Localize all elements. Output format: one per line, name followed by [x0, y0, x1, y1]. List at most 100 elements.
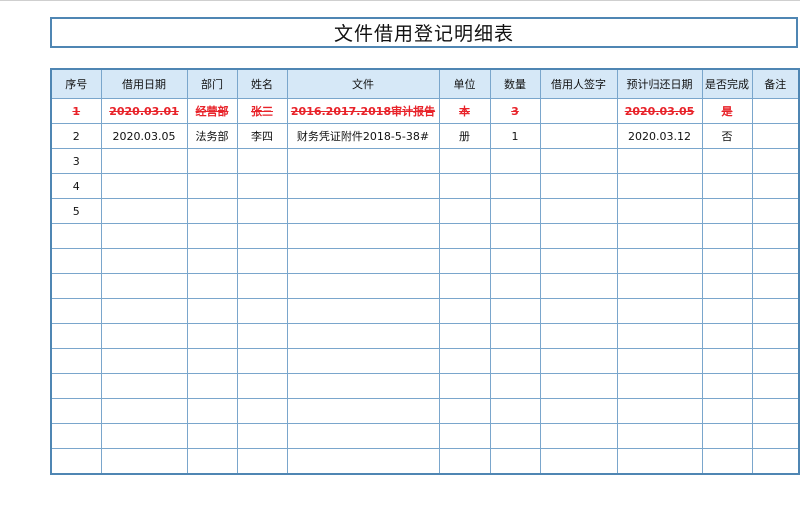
cell-quantity[interactable] — [489, 423, 541, 449]
header-name[interactable]: 姓名 — [236, 68, 288, 99]
cell-no[interactable] — [50, 323, 102, 349]
cell-quantity[interactable] — [489, 223, 541, 249]
cell-name[interactable] — [236, 273, 288, 299]
cell-unit[interactable] — [438, 223, 491, 249]
header-borrower-signature[interactable]: 借用人签字 — [539, 68, 618, 99]
cell-borrow-date[interactable] — [100, 373, 188, 399]
cell-no[interactable] — [50, 398, 102, 424]
cell-quantity[interactable] — [489, 398, 541, 424]
cell-borrower-signature[interactable] — [539, 123, 618, 149]
cell-remark[interactable] — [751, 423, 800, 449]
cell-completed[interactable] — [701, 398, 753, 424]
cell-no[interactable]: 2 — [50, 123, 102, 149]
cell-file[interactable] — [286, 298, 440, 324]
cell-department[interactable] — [186, 223, 238, 249]
cell-borrow-date[interactable]: 2020.03.01 — [100, 98, 188, 124]
cell-no[interactable] — [50, 423, 102, 449]
cell-borrow-date[interactable]: 2020.03.05 — [100, 123, 188, 149]
cell-department[interactable] — [186, 373, 238, 399]
cell-borrower-signature[interactable] — [539, 173, 618, 199]
cell-completed[interactable] — [701, 298, 753, 324]
cell-borrow-date[interactable] — [100, 223, 188, 249]
cell-name[interactable] — [236, 398, 288, 424]
cell-department[interactable] — [186, 148, 238, 174]
cell-borrower-signature[interactable] — [539, 423, 618, 449]
header-no[interactable]: 序号 — [50, 68, 102, 99]
cell-completed[interactable] — [701, 173, 753, 199]
cell-department[interactable] — [186, 273, 238, 299]
cell-unit[interactable]: 本 — [438, 98, 491, 124]
cell-department[interactable] — [186, 198, 238, 224]
cell-completed[interactable]: 否 — [701, 123, 753, 149]
cell-file[interactable] — [286, 148, 440, 174]
header-completed[interactable]: 是否完成 — [701, 68, 753, 99]
cell-expected-return-date[interactable] — [616, 173, 703, 199]
cell-quantity[interactable] — [489, 448, 541, 475]
cell-quantity[interactable]: 3 — [489, 98, 541, 124]
cell-borrow-date[interactable] — [100, 298, 188, 324]
cell-no[interactable] — [50, 298, 102, 324]
cell-unit[interactable] — [438, 373, 491, 399]
cell-no[interactable]: 1 — [50, 98, 102, 124]
cell-completed[interactable] — [701, 198, 753, 224]
cell-borrow-date[interactable] — [100, 248, 188, 274]
cell-completed[interactable]: 是 — [701, 98, 753, 124]
cell-no[interactable]: 5 — [50, 198, 102, 224]
cell-unit[interactable] — [438, 248, 491, 274]
cell-borrower-signature[interactable] — [539, 373, 618, 399]
cell-name[interactable] — [236, 423, 288, 449]
cell-remark[interactable] — [751, 223, 800, 249]
cell-file[interactable] — [286, 398, 440, 424]
cell-no[interactable] — [50, 448, 102, 475]
cell-remark[interactable] — [751, 448, 800, 475]
cell-name[interactable] — [236, 173, 288, 199]
cell-department[interactable] — [186, 248, 238, 274]
cell-name[interactable]: 张三 — [236, 98, 288, 124]
cell-name[interactable] — [236, 348, 288, 374]
cell-file[interactable] — [286, 223, 440, 249]
cell-expected-return-date[interactable] — [616, 198, 703, 224]
cell-no[interactable]: 4 — [50, 173, 102, 199]
cell-expected-return-date[interactable] — [616, 248, 703, 274]
cell-quantity[interactable] — [489, 323, 541, 349]
cell-department[interactable] — [186, 323, 238, 349]
cell-borrow-date[interactable] — [100, 448, 188, 475]
cell-file[interactable] — [286, 198, 440, 224]
cell-file[interactable] — [286, 423, 440, 449]
cell-expected-return-date[interactable] — [616, 323, 703, 349]
cell-no[interactable] — [50, 223, 102, 249]
cell-borrower-signature[interactable] — [539, 223, 618, 249]
cell-remark[interactable] — [751, 173, 800, 199]
cell-borrow-date[interactable] — [100, 173, 188, 199]
sheet-title[interactable]: 文件借用登记明细表 — [50, 17, 798, 48]
cell-name[interactable] — [236, 148, 288, 174]
cell-unit[interactable] — [438, 298, 491, 324]
cell-expected-return-date[interactable] — [616, 223, 703, 249]
cell-unit[interactable] — [438, 348, 491, 374]
cell-file[interactable]: 2016.2017.2018审计报告 — [286, 98, 440, 124]
cell-borrower-signature[interactable] — [539, 398, 618, 424]
cell-quantity[interactable] — [489, 173, 541, 199]
cell-borrower-signature[interactable] — [539, 98, 618, 124]
cell-borrower-signature[interactable] — [539, 248, 618, 274]
cell-remark[interactable] — [751, 248, 800, 274]
cell-department[interactable] — [186, 173, 238, 199]
cell-borrower-signature[interactable] — [539, 198, 618, 224]
cell-quantity[interactable] — [489, 373, 541, 399]
cell-remark[interactable] — [751, 98, 800, 124]
cell-remark[interactable] — [751, 273, 800, 299]
cell-borrower-signature[interactable] — [539, 273, 618, 299]
cell-borrower-signature[interactable] — [539, 323, 618, 349]
header-department[interactable]: 部门 — [186, 68, 238, 99]
cell-completed[interactable] — [701, 148, 753, 174]
cell-expected-return-date[interactable] — [616, 148, 703, 174]
cell-completed[interactable] — [701, 373, 753, 399]
cell-no[interactable] — [50, 248, 102, 274]
header-quantity[interactable]: 数量 — [489, 68, 541, 99]
cell-borrower-signature[interactable] — [539, 448, 618, 475]
cell-completed[interactable] — [701, 323, 753, 349]
cell-quantity[interactable] — [489, 248, 541, 274]
cell-department[interactable]: 法务部 — [186, 123, 238, 149]
cell-remark[interactable] — [751, 298, 800, 324]
cell-expected-return-date[interactable] — [616, 348, 703, 374]
